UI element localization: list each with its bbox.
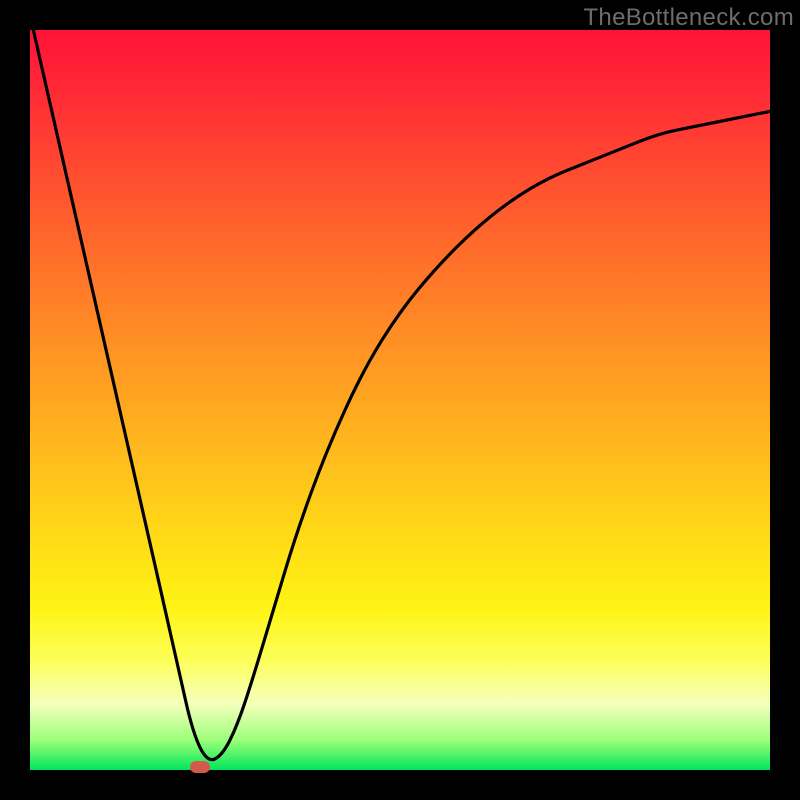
watermark-text: TheBottleneck.com: [583, 4, 794, 32]
chart-frame: TheBottleneck.com: [0, 0, 800, 800]
v-curve-path: [30, 15, 770, 759]
curve-layer: [30, 30, 770, 770]
minimum-marker: [190, 761, 210, 773]
